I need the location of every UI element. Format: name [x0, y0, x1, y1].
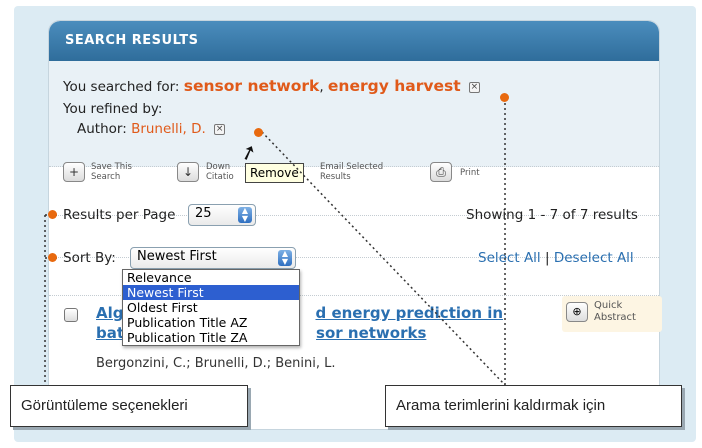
annotation-dot	[254, 128, 263, 137]
annotation-dot	[500, 93, 509, 102]
annotation-dot	[48, 253, 57, 262]
annotation-lines	[44, 98, 506, 386]
annotation-dot	[48, 210, 57, 219]
callout-remove-terms: Arama terimlerini kaldırmak için	[385, 385, 682, 427]
callout-display-options: Görüntüleme seçenekleri	[10, 385, 248, 427]
